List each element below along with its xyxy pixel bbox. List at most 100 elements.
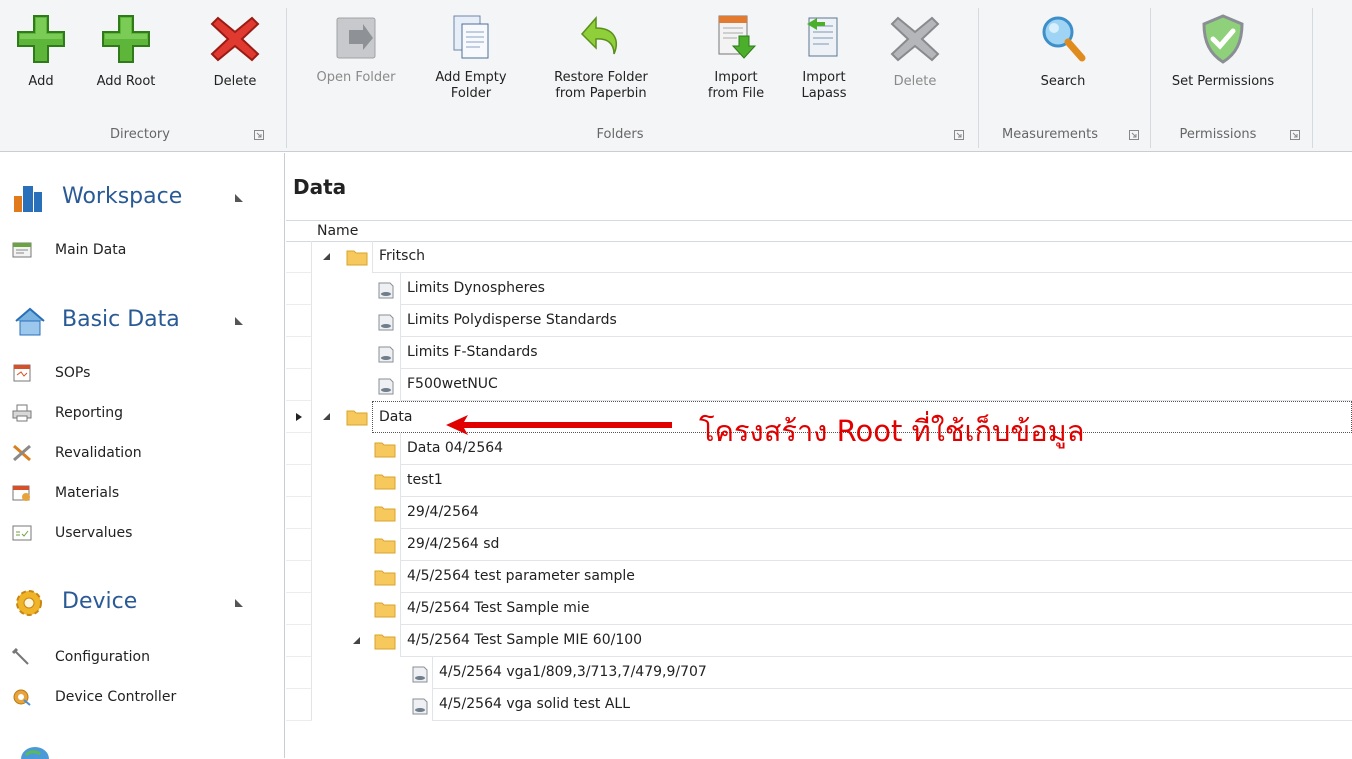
restore-folder-button[interactable]: Restore Folder from Paperbin [530, 0, 672, 102]
delete-folder-button[interactable]: Delete [880, 0, 950, 90]
column-header-name[interactable]: Name [317, 223, 358, 239]
expanded-arrow-icon[interactable] [322, 252, 331, 261]
sidebar-item-revalidation[interactable]: Revalidation [12, 443, 272, 465]
collapse-arrow-icon[interactable] [234, 316, 244, 326]
name-cell[interactable]: Limits Dynospheres [400, 273, 1352, 305]
name-cell[interactable]: Fritsch [372, 241, 1352, 273]
set-permissions-button[interactable]: Set Permissions [1158, 0, 1288, 90]
sidebar-item-sops[interactable]: SOPs [12, 363, 272, 385]
dialog-launcher-icon[interactable] [954, 130, 964, 140]
tree-row[interactable]: 4/5/2564 vga solid test ALL [286, 689, 1352, 721]
dialog-launcher-icon[interactable] [1129, 130, 1139, 140]
name-cell[interactable]: Limits F-Standards [400, 337, 1352, 369]
tree-row[interactable]: 4/5/2564 Test Sample mie [286, 593, 1352, 625]
tree-row[interactable]: Limits F-Standards [286, 337, 1352, 369]
ribbon-toolbar: Add Add Root Delete Directory Open Folde… [0, 0, 1352, 152]
add-empty-folder-button[interactable]: Add Empty Folder [422, 0, 520, 102]
row-selector[interactable] [286, 689, 312, 721]
import-lapass-button[interactable]: Import Lapass [784, 0, 864, 102]
tree-row[interactable]: 4/5/2564 test parameter sample [286, 561, 1352, 593]
delete-directory-button[interactable]: Delete [200, 0, 270, 90]
name-cell[interactable]: 29/4/2564 sd [400, 529, 1352, 561]
tree-row[interactable]: Limits Dynospheres [286, 273, 1352, 305]
tree-row[interactable]: F500wetNUC [286, 369, 1352, 401]
data-window-icon [12, 242, 32, 258]
dialog-launcher-icon[interactable] [254, 130, 264, 140]
tree-row[interactable]: Limits Polydisperse Standards [286, 305, 1352, 337]
row-selector[interactable] [286, 273, 312, 305]
name-cell[interactable]: Limits Polydisperse Standards [400, 305, 1352, 337]
dataset-icon [378, 282, 394, 299]
import-from-file-button[interactable]: Import from File [696, 0, 776, 102]
folders-group-label: Folders [596, 127, 644, 142]
globe-icon [21, 747, 49, 759]
folder-icon [374, 474, 396, 490]
dataset-icon [378, 346, 394, 363]
row-label: 4/5/2564 vga solid test ALL [439, 696, 631, 712]
row-selector[interactable] [286, 337, 312, 369]
collapse-arrow-icon[interactable] [234, 598, 244, 608]
row-selector[interactable] [286, 241, 312, 273]
tree-row[interactable]: test1 [286, 465, 1352, 497]
add-button[interactable]: Add [6, 0, 76, 90]
tree-row[interactable]: 29/4/2564 [286, 497, 1352, 529]
tree-row[interactable]: 29/4/2564 sd [286, 529, 1352, 561]
dataset-icon [378, 378, 394, 395]
row-label: 4/5/2564 test parameter sample [407, 568, 635, 584]
delete-label: Delete [213, 74, 257, 89]
plus-icon [17, 15, 65, 63]
name-cell[interactable]: 4/5/2564 Test Sample mie [400, 593, 1352, 625]
name-cell[interactable]: F500wetNUC [400, 369, 1352, 401]
permissions-group-label: Permissions [1179, 127, 1257, 142]
row-selector[interactable] [286, 625, 312, 657]
dialog-launcher-icon[interactable] [1290, 130, 1300, 140]
open-folder-label: Open Folder [316, 70, 396, 85]
sidebar-item-materials[interactable]: Materials [12, 483, 272, 505]
add-empty-folder-label: Add Empty Folder [435, 70, 507, 101]
row-selector[interactable] [286, 433, 312, 465]
name-cell[interactable]: 4/5/2564 Test Sample MIE 60/100 [400, 625, 1352, 657]
group-separator [1150, 8, 1151, 148]
shield-check-icon [1202, 14, 1244, 64]
tree-row[interactable]: 4/5/2564 vga1/809,3/713,7/479,9/707 [286, 657, 1352, 689]
collapse-arrow-icon[interactable] [234, 193, 244, 203]
sidebar-item-uservalues[interactable]: Uservalues [12, 523, 272, 545]
row-selector[interactable] [286, 593, 312, 625]
row-selector[interactable] [286, 465, 312, 497]
row-label: F500wetNUC [407, 376, 498, 392]
name-cell[interactable]: 4/5/2564 vga1/809,3/713,7/479,9/707 [432, 657, 1352, 689]
expanded-arrow-icon[interactable] [322, 412, 331, 421]
section-workspace[interactable]: Workspace [12, 178, 272, 218]
name-cell[interactable]: 4/5/2564 test parameter sample [400, 561, 1352, 593]
group-separator [978, 8, 979, 148]
row-selector[interactable] [286, 497, 312, 529]
expanded-arrow-icon[interactable] [352, 636, 361, 645]
page-title: Data [293, 175, 347, 199]
row-selector[interactable] [286, 305, 312, 337]
row-selector[interactable] [286, 657, 312, 689]
tree-row[interactable]: Fritsch [286, 241, 1352, 273]
name-cell[interactable]: 29/4/2564 [400, 497, 1352, 529]
directory-group: Add Add Root Delete Directory [0, 0, 280, 152]
row-selector[interactable] [286, 369, 312, 401]
row-label: 4/5/2564 vga1/809,3/713,7/479,9/707 [439, 664, 707, 680]
sidebar-item-configuration[interactable]: Configuration [12, 647, 272, 669]
sidebar-item-reporting[interactable]: Reporting [12, 403, 272, 425]
section-device[interactable]: Device [12, 583, 272, 623]
name-cell[interactable]: test1 [400, 465, 1352, 497]
sidebar-item-label: SOPs [55, 365, 91, 381]
row-selector[interactable] [286, 401, 312, 433]
name-cell[interactable]: 4/5/2564 vga solid test ALL [432, 689, 1352, 721]
tree-row[interactable]: 4/5/2564 Test Sample MIE 60/100 [286, 625, 1352, 657]
folders-group: Open Folder Add Empty Folder Restore Fold… [290, 0, 970, 152]
sidebar-item-device-controller[interactable]: Device Controller [12, 687, 272, 709]
device-controller-icon [13, 689, 31, 706]
section-basic-data[interactable]: Basic Data [12, 301, 272, 341]
sidebar-item-main-data[interactable]: Main Data [12, 240, 272, 262]
row-selector[interactable] [286, 561, 312, 593]
add-root-button[interactable]: Add Root [86, 0, 166, 90]
document-icon [453, 15, 489, 59]
open-folder-button[interactable]: Open Folder [304, 0, 408, 86]
row-selector[interactable] [286, 529, 312, 561]
search-button[interactable]: Search [1016, 0, 1110, 90]
